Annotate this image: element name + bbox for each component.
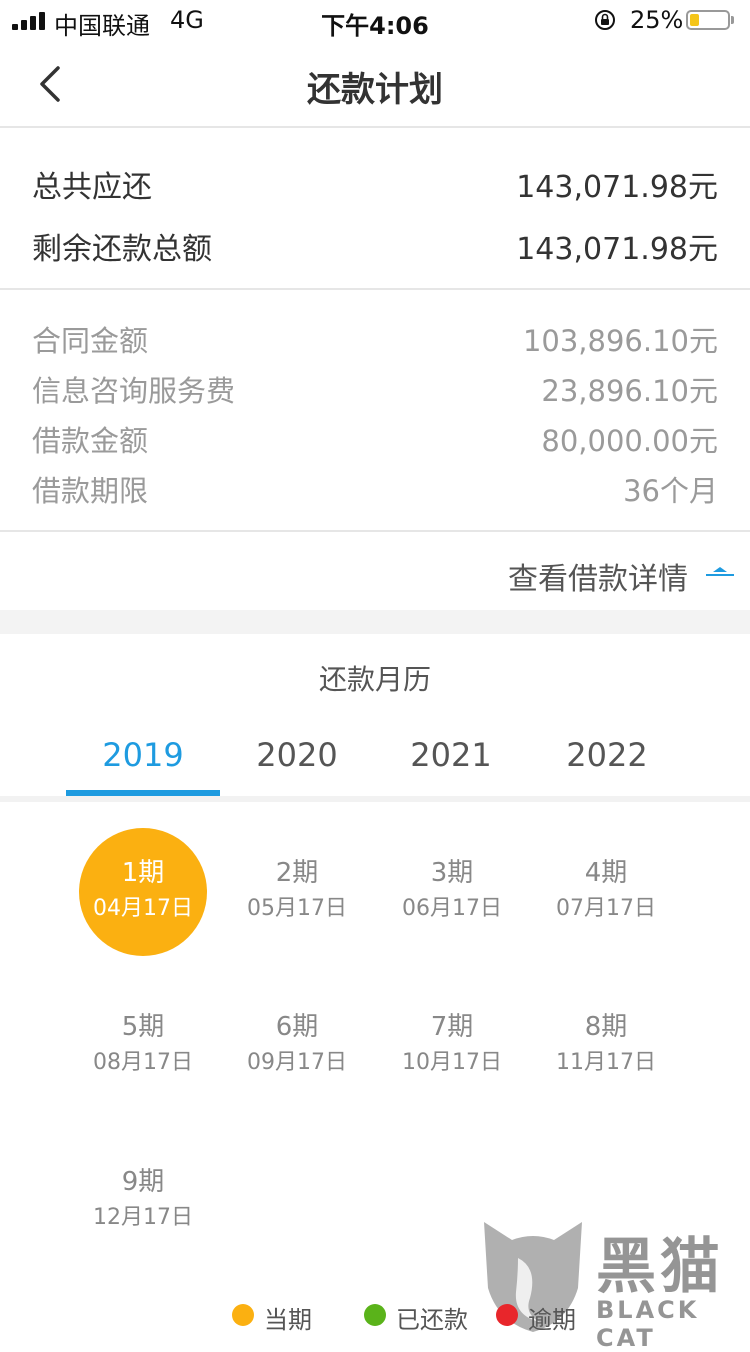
period-number: 9期 [121, 1167, 165, 1197]
period-date: 06月17日 [402, 896, 502, 921]
calendar-title: 还款月历 [318, 663, 431, 696]
remaining-value: 143,071.98元 [516, 232, 718, 267]
service-fee-label: 信息咨询服务费 [32, 374, 236, 408]
loan-term-value: 36个月 [623, 474, 718, 508]
current-dot-icon [232, 1304, 254, 1326]
period-item[interactable]: 6期 09月17日 [219, 982, 375, 1112]
tab-year-2022[interactable]: 2022 [530, 736, 684, 774]
view-loan-details-button[interactable]: 查看借款详情 [0, 532, 750, 610]
period-item[interactable]: 4期 07月17日 [528, 828, 684, 958]
period-item[interactable]: 9期 12月17日 [65, 1137, 221, 1267]
period-date: 10月17日 [402, 1050, 502, 1075]
period-number: 7期 [430, 1012, 474, 1042]
period-date: 12月17日 [93, 1205, 193, 1230]
period-number: 1期 [121, 858, 165, 888]
period-date: 11月17日 [556, 1050, 656, 1075]
legend-paid-label: 已还款 [396, 1306, 468, 1334]
active-tab-indicator [66, 790, 220, 796]
period-item[interactable]: 7期 10月17日 [374, 982, 530, 1112]
loan-amount-label: 借款金额 [32, 424, 149, 458]
loan-details-section: 合同金额 103,896.10元 信息咨询服务费 23,896.10元 借款金额… [0, 290, 750, 532]
period-item[interactable]: 2期 05月17日 [219, 828, 375, 958]
period-item[interactable]: 8期 11月17日 [528, 982, 684, 1112]
section-divider [0, 610, 750, 634]
tab-year-2021[interactable]: 2021 [374, 736, 528, 774]
remaining-label: 剩余还款总额 [32, 232, 212, 267]
period-number: 4期 [584, 858, 628, 888]
overdue-dot-icon [496, 1304, 518, 1326]
period-number: 8期 [584, 1012, 628, 1042]
period-number: 6期 [275, 1012, 319, 1042]
battery-level [690, 14, 699, 26]
period-item[interactable]: 3期 06月17日 [374, 828, 530, 958]
battery-tip [731, 16, 734, 24]
period-item[interactable]: 5期 08月17日 [65, 982, 221, 1112]
legend-overdue-label: 逾期 [528, 1306, 576, 1334]
period-number: 2期 [275, 858, 319, 888]
period-date: 08月17日 [93, 1050, 193, 1075]
period-date: 09月17日 [247, 1050, 347, 1075]
rotation-lock-icon [595, 10, 615, 30]
tab-year-2019[interactable]: 2019 [66, 736, 220, 774]
legend: 当期 已还款 逾期 [0, 1300, 750, 1334]
paid-dot-icon [364, 1304, 386, 1326]
period-number: 3期 [430, 858, 474, 888]
period-item[interactable]: 1期 04月17日 [65, 828, 221, 958]
status-bar: 中国联通 4G 下午4:06 25% [0, 0, 750, 40]
watermark-text: 黑猫 [596, 1232, 724, 1302]
total-due-label: 总共应还 [32, 170, 152, 205]
period-date: 05月17日 [247, 896, 347, 921]
service-fee-value: 23,896.10元 [541, 374, 718, 408]
contract-amount-label: 合同金额 [32, 324, 149, 358]
page-title: 还款计划 [307, 70, 443, 110]
loan-amount-value: 80,000.00元 [541, 424, 718, 458]
period-number: 5期 [121, 1012, 165, 1042]
battery-icon [686, 10, 730, 30]
total-due-value: 143,071.98元 [516, 170, 718, 205]
legend-current-label: 当期 [264, 1306, 312, 1334]
nav-bar: 还款计划 [0, 40, 750, 128]
view-loan-details-label: 查看借款详情 [508, 562, 688, 597]
period-date: 07月17日 [556, 896, 656, 921]
summary-section: 总共应还 143,071.98元 剩余还款总额 143,071.98元 [0, 128, 750, 290]
loan-term-label: 借款期限 [32, 474, 149, 508]
tab-year-2020[interactable]: 2020 [220, 736, 374, 774]
period-date: 04月17日 [93, 896, 193, 921]
caret-up-icon[interactable] [706, 565, 734, 577]
contract-amount-value: 103,896.10元 [522, 324, 718, 358]
battery-percent: 25% [630, 6, 684, 34]
